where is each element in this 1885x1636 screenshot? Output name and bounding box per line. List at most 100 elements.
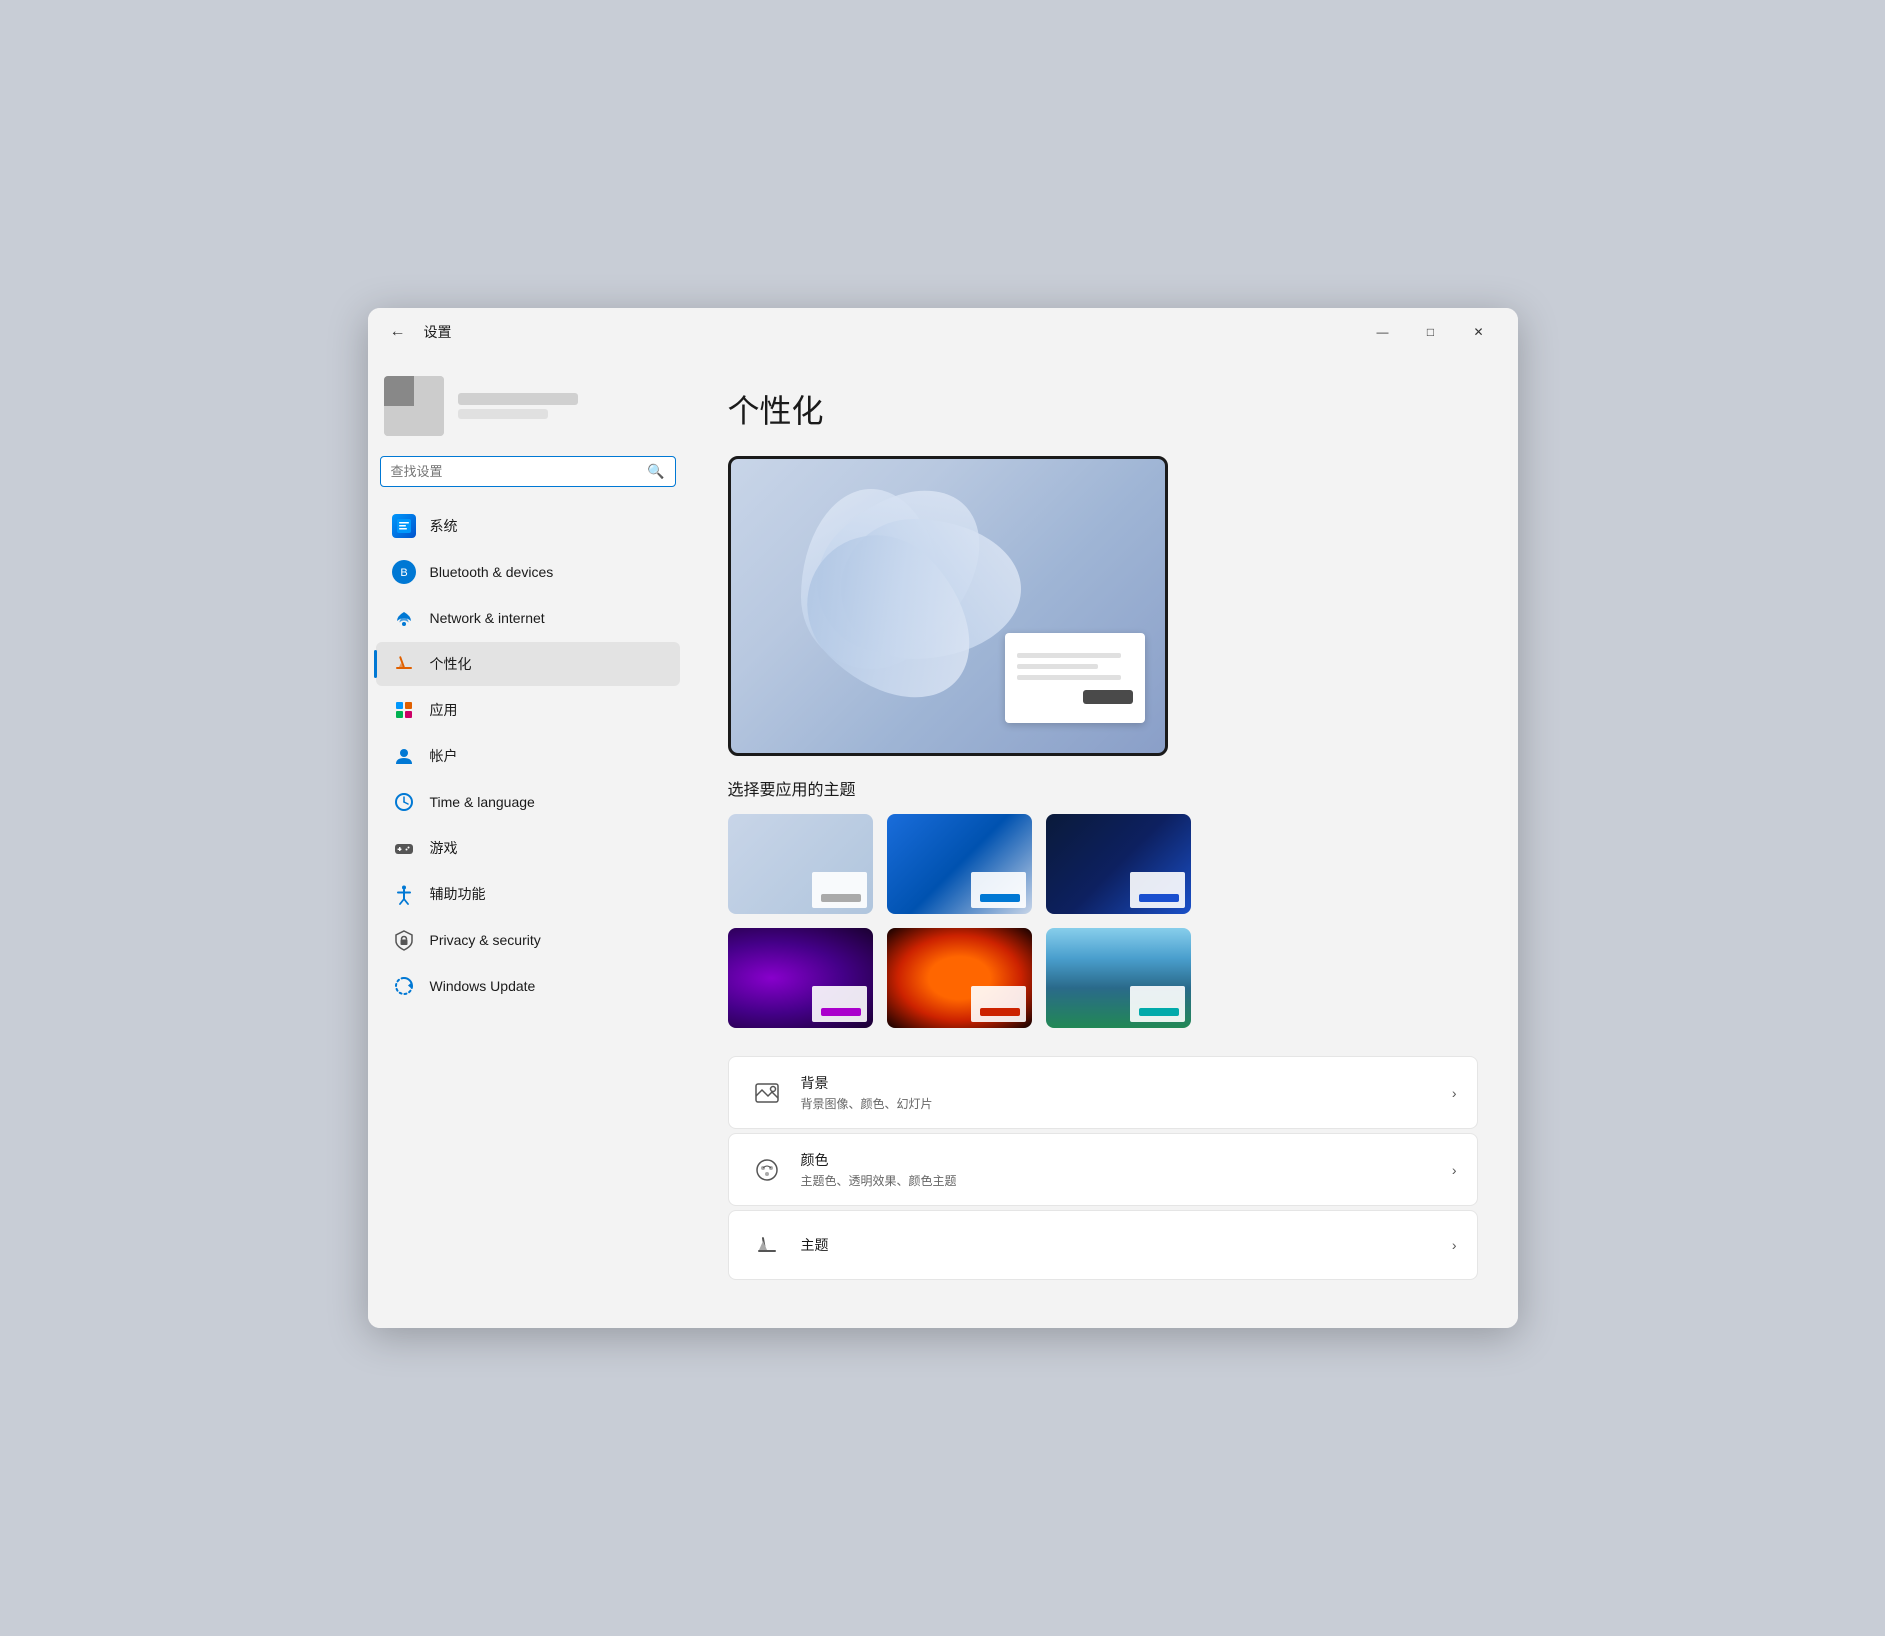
- theme-option-1[interactable]: [728, 814, 873, 914]
- colors-arrow: ›: [1452, 1162, 1457, 1178]
- sidebar-item-accounts[interactable]: 帐户: [376, 734, 680, 778]
- background-desc: 背景图像、颜色、幻灯片: [801, 1095, 1452, 1112]
- colors-desc: 主题色、透明效果、颜色主题: [801, 1172, 1452, 1189]
- themes-icon: [749, 1227, 785, 1263]
- sidebar-item-label-privacy: Privacy & security: [430, 932, 541, 948]
- sidebar-item-time[interactable]: Time & language: [376, 780, 680, 824]
- avatar: [384, 376, 444, 436]
- sidebar-item-bluetooth[interactable]: B Bluetooth & devices: [376, 550, 680, 594]
- themes-text: 主题: [801, 1235, 1452, 1255]
- page-title: 个性化: [728, 386, 1478, 432]
- sidebar-item-system[interactable]: 系统: [376, 504, 680, 548]
- maximize-button[interactable]: □: [1408, 316, 1454, 348]
- privacy-icon: [392, 928, 416, 952]
- theme-select-label: 选择要应用的主题: [728, 776, 1478, 800]
- sidebar-item-apps[interactable]: 应用: [376, 688, 680, 732]
- sidebar-item-update[interactable]: Windows Update: [376, 964, 680, 1008]
- theme-mini-window-2: [971, 872, 1026, 908]
- minimize-button[interactable]: —: [1360, 316, 1406, 348]
- flower-decoration: [761, 479, 1041, 739]
- sidebar-item-label-gaming: 游戏: [430, 838, 458, 858]
- theme-option-4[interactable]: [728, 928, 873, 1028]
- background-title: 背景: [801, 1073, 1452, 1093]
- theme-mini-window-5: [971, 986, 1026, 1022]
- sidebar-item-privacy[interactable]: Privacy & security: [376, 918, 680, 962]
- titlebar-left: ← 设置: [384, 318, 1360, 346]
- themes-arrow: ›: [1452, 1237, 1457, 1253]
- sidebar-item-label-time: Time & language: [430, 794, 535, 810]
- settings-item-background[interactable]: 背景 背景图像、颜色、幻灯片 ›: [728, 1056, 1478, 1129]
- colors-title: 颜色: [801, 1150, 1452, 1170]
- settings-item-themes[interactable]: 主题 ›: [728, 1210, 1478, 1280]
- theme-bar-4: [821, 1008, 861, 1016]
- network-icon: [392, 606, 416, 630]
- window-controls: — □ ✕: [1360, 316, 1502, 348]
- theme-option-6[interactable]: [1046, 928, 1191, 1028]
- theme-mini-window-6: [1130, 986, 1185, 1022]
- preview-line-1: [1017, 653, 1121, 658]
- theme-preview: [728, 456, 1168, 756]
- sidebar-item-label-bluetooth: Bluetooth & devices: [430, 564, 554, 580]
- sidebar-item-accessibility[interactable]: 辅助功能: [376, 872, 680, 916]
- theme-grid: [728, 814, 1478, 1028]
- background-text: 背景 背景图像、颜色、幻灯片: [801, 1073, 1452, 1112]
- colors-icon: [749, 1152, 785, 1188]
- background-icon: [749, 1075, 785, 1111]
- user-info: [458, 393, 578, 419]
- background-arrow: ›: [1452, 1085, 1457, 1101]
- theme-bar-6: [1139, 1008, 1179, 1016]
- gaming-icon: [392, 836, 416, 860]
- sidebar-item-label-accessibility: 辅助功能: [430, 884, 486, 904]
- personalize-icon: [392, 652, 416, 676]
- back-button[interactable]: ←: [384, 318, 412, 346]
- update-icon: [392, 974, 416, 998]
- preview-line-2: [1017, 664, 1098, 669]
- main-layout: 🔍 系统 B Bluetooth & devices Network &: [368, 356, 1518, 1328]
- account-icon: [392, 744, 416, 768]
- theme-bar-3: [1139, 894, 1179, 902]
- time-icon: [392, 790, 416, 814]
- sidebar-item-label-personalize: 个性化: [430, 654, 472, 674]
- wallpaper-preview: [731, 459, 1165, 753]
- sidebar: 🔍 系统 B Bluetooth & devices Network &: [368, 356, 688, 1328]
- sidebar-item-label-update: Windows Update: [430, 978, 536, 994]
- user-name-placeholder: [458, 393, 578, 405]
- preview-button: [1083, 690, 1133, 704]
- theme-mini-window-3: [1130, 872, 1185, 908]
- search-icon: 🔍: [647, 463, 664, 480]
- preview-line-3: [1017, 675, 1121, 680]
- theme-option-2[interactable]: [887, 814, 1032, 914]
- theme-mini-window-1: [812, 872, 867, 908]
- accessibility-icon: [392, 882, 416, 906]
- sidebar-item-personalize[interactable]: 个性化: [376, 642, 680, 686]
- titlebar: ← 设置 — □ ✕: [368, 308, 1518, 356]
- svg-text:B: B: [400, 567, 407, 579]
- window-title: 设置: [424, 322, 452, 342]
- system-icon: [392, 514, 416, 538]
- theme-bar-2: [980, 894, 1020, 902]
- themes-title: 主题: [801, 1235, 1452, 1255]
- settings-item-colors[interactable]: 颜色 主题色、透明效果、颜色主题 ›: [728, 1133, 1478, 1206]
- user-email-placeholder: [458, 409, 548, 419]
- theme-option-5[interactable]: [887, 928, 1032, 1028]
- content-area: 个性化: [688, 356, 1518, 1328]
- apps-icon: [392, 698, 416, 722]
- colors-text: 颜色 主题色、透明效果、颜色主题: [801, 1150, 1452, 1189]
- search-input[interactable]: [391, 464, 640, 479]
- sidebar-item-label-accounts: 帐户: [430, 746, 458, 766]
- sidebar-item-gaming[interactable]: 游戏: [376, 826, 680, 870]
- bluetooth-icon: B: [392, 560, 416, 584]
- sidebar-item-label-network: Network & internet: [430, 610, 545, 626]
- user-profile[interactable]: [368, 366, 688, 456]
- sidebar-item-network[interactable]: Network & internet: [376, 596, 680, 640]
- sidebar-item-label-system: 系统: [430, 516, 458, 536]
- theme-bar-1: [821, 894, 861, 902]
- theme-bar-5: [980, 1008, 1020, 1016]
- theme-option-3[interactable]: [1046, 814, 1191, 914]
- theme-mini-window-4: [812, 986, 867, 1022]
- settings-window: ← 设置 — □ ✕ 🔍: [368, 308, 1518, 1328]
- preview-window: [1005, 633, 1145, 723]
- close-button[interactable]: ✕: [1456, 316, 1502, 348]
- search-box[interactable]: 🔍: [380, 456, 676, 487]
- sidebar-item-label-apps: 应用: [430, 700, 458, 720]
